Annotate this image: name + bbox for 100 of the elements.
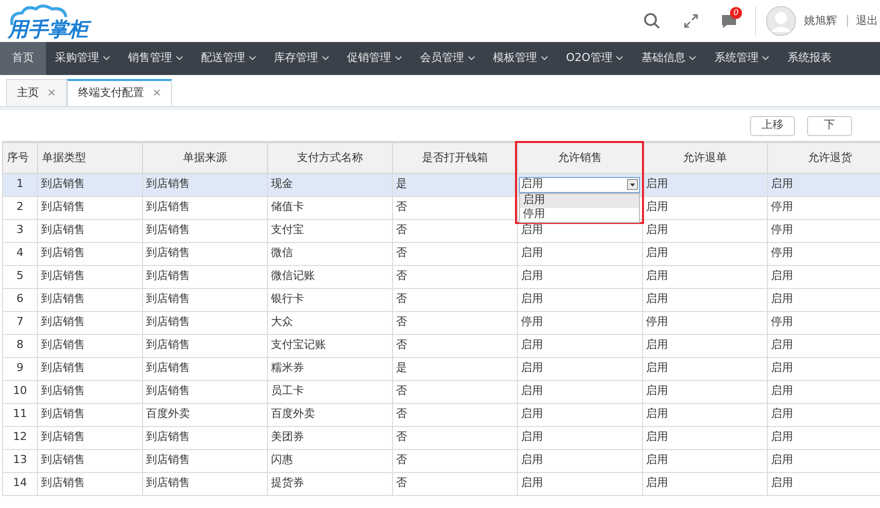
table-cell: 启用 xyxy=(646,223,668,236)
table-cell: 到店销售 xyxy=(41,292,85,306)
tab-close-button[interactable]: × xyxy=(152,85,162,102)
table-cell: 到店销售 xyxy=(41,200,85,214)
table-cell: 到店销售 xyxy=(146,246,190,260)
nav-item[interactable]: O2O管理 xyxy=(557,42,632,75)
table-cell: 启用 xyxy=(521,407,543,420)
column-header: 是否打开钱箱 xyxy=(392,142,518,173)
logout-link[interactable]: 退出 xyxy=(856,12,878,30)
nav-item[interactable]: 配送管理 xyxy=(192,42,265,75)
nav-item[interactable]: 销售管理 xyxy=(119,42,192,75)
table-cell: 否 xyxy=(396,246,407,260)
nav-item[interactable]: 基础信息 xyxy=(632,42,706,75)
table-cell: 到店销售 xyxy=(41,384,85,398)
table-cell: 到店销售 xyxy=(146,315,190,328)
select-value: 启用 xyxy=(520,176,543,192)
table-cell: 启用 xyxy=(771,361,793,374)
table-cell: 到店销售 xyxy=(146,223,190,236)
table-cell: 到店销售 xyxy=(41,407,85,420)
table-cell: 员工卡 xyxy=(271,384,304,398)
table-cell: 启用 xyxy=(646,269,668,282)
search-icon[interactable] xyxy=(643,12,661,30)
table-cell: 14 xyxy=(13,476,27,490)
column-header: 单据来源 xyxy=(142,142,268,173)
table-row[interactable]: 12 到店销售 到店销售 美团券 否 启用 启用 启用 xyxy=(2,426,880,449)
table-row[interactable]: 7 到店销售 到店销售 大众 否 停用 停用 停用 xyxy=(2,311,880,334)
nav-item[interactable]: 会员管理 xyxy=(411,42,484,75)
table-cell: 到店销售 xyxy=(41,430,85,444)
toolbar-button[interactable]: 下 xyxy=(807,116,852,136)
table-cell: 启用 xyxy=(646,430,668,444)
tab[interactable]: 终端支付配置 × xyxy=(67,79,172,106)
table-cell: 启用 xyxy=(521,292,543,306)
table-cell: 启用 xyxy=(771,430,793,444)
table-row[interactable]: 13 到店销售 到店销售 闪惠 否 启用 启用 启用 xyxy=(2,449,880,472)
table-cell: 12 xyxy=(13,430,27,444)
table-cell: 到店销售 xyxy=(41,361,85,374)
user-name[interactable]: 姚旭辉 xyxy=(804,12,837,30)
table-row[interactable]: 10 到店销售 到店销售 员工卡 否 启用 启用 启用 xyxy=(2,380,880,403)
table-cell: 启用 xyxy=(521,246,543,260)
table-cell: 13 xyxy=(13,453,27,466)
dropdown-option[interactable]: 启用 xyxy=(520,194,639,208)
table-cell: 储值卡 xyxy=(271,200,304,214)
table-cell: 否 xyxy=(396,476,407,490)
table-cell: 否 xyxy=(396,315,407,328)
table-cell: 支付宝 xyxy=(271,223,304,236)
nav-item[interactable]: 模板管理 xyxy=(484,42,557,75)
table-cell: 否 xyxy=(396,430,407,444)
table-cell: 提货券 xyxy=(271,476,304,490)
table-cell: 美团券 xyxy=(271,430,304,444)
table-cell: 到店销售 xyxy=(41,246,85,260)
fullscreen-icon[interactable] xyxy=(683,13,699,29)
table-cell: 大众 xyxy=(271,315,293,328)
table-cell: 启用 xyxy=(521,430,543,444)
table-cell: 到店销售 xyxy=(41,315,85,328)
table-cell: 启用 xyxy=(771,407,793,420)
nav-item[interactable]: 系统报表 xyxy=(778,42,840,75)
table-cell: 到店销售 xyxy=(146,269,190,282)
table-row[interactable]: 9 到店销售 到店销售 糯米券 是 启用 启用 启用 xyxy=(2,357,880,380)
table-row[interactable]: 8 到店销售 到店销售 支付宝记账 否 启用 启用 启用 xyxy=(2,334,880,357)
table-cell: 是 xyxy=(396,361,407,374)
toolbar-button[interactable]: 上移 xyxy=(750,116,795,136)
table-cell: 微信记账 xyxy=(271,269,315,282)
table-row[interactable]: 3 到店销售 到店销售 支付宝 否 启用 启用 停用 xyxy=(2,219,880,242)
table-cell: 否 xyxy=(396,384,407,398)
nav-item[interactable]: 采购管理 xyxy=(46,42,119,75)
table-row[interactable]: 4 到店销售 到店销售 微信 否 启用 启用 停用 xyxy=(2,242,880,265)
table-cell: 到店销售 xyxy=(41,177,85,190)
table-row[interactable]: 11 到店销售 百度外卖 百度外卖 否 启用 启用 启用 xyxy=(2,403,880,426)
column-header: 支付方式名称 xyxy=(268,142,392,173)
table-row[interactable]: 6 到店销售 到店销售 银行卡 否 启用 启用 启用 xyxy=(2,288,880,311)
table-cell: 到店销售 xyxy=(146,361,190,374)
table-cell: 启用 xyxy=(521,453,543,466)
table-cell: 到店销售 xyxy=(146,292,190,306)
column-header: 序号 xyxy=(2,142,38,173)
nav-item[interactable]: 促销管理 xyxy=(338,42,411,75)
table-cell: 停用 xyxy=(771,246,793,260)
table-cell: 到店销售 xyxy=(146,177,190,190)
table-cell: 启用 xyxy=(521,338,543,352)
table-cell: 否 xyxy=(396,292,407,306)
status-select[interactable]: 启用 xyxy=(519,176,640,192)
table-cell: 1 xyxy=(16,177,24,190)
table-cell: 否 xyxy=(396,407,407,420)
table-cell: 到店销售 xyxy=(41,269,85,282)
table-cell: 否 xyxy=(396,223,407,236)
column-header: 允许退单 xyxy=(642,142,768,173)
tab[interactable]: 主页 × xyxy=(6,79,68,106)
nav-item[interactable]: 系统管理 xyxy=(705,42,778,75)
table-cell: 启用 xyxy=(771,177,793,190)
table-cell: 到店销售 xyxy=(41,476,85,490)
table-cell: 启用 xyxy=(646,292,668,306)
table-cell: 启用 xyxy=(771,384,793,398)
table-cell: 启用 xyxy=(771,453,793,466)
table-row[interactable]: 5 到店销售 到店销售 微信记账 否 启用 启用 启用 xyxy=(2,265,880,288)
table-cell: 启用 xyxy=(771,292,793,306)
notification-badge: 0 xyxy=(730,6,742,18)
nav-item[interactable]: 首页 xyxy=(0,42,46,75)
nav-item[interactable]: 库存管理 xyxy=(265,42,338,75)
table-cell: 到店销售 xyxy=(146,453,190,466)
table-row[interactable]: 14 到店销售 到店销售 提货券 否 启用 启用 启用 xyxy=(2,472,880,495)
table-cell: 启用 xyxy=(771,338,793,352)
